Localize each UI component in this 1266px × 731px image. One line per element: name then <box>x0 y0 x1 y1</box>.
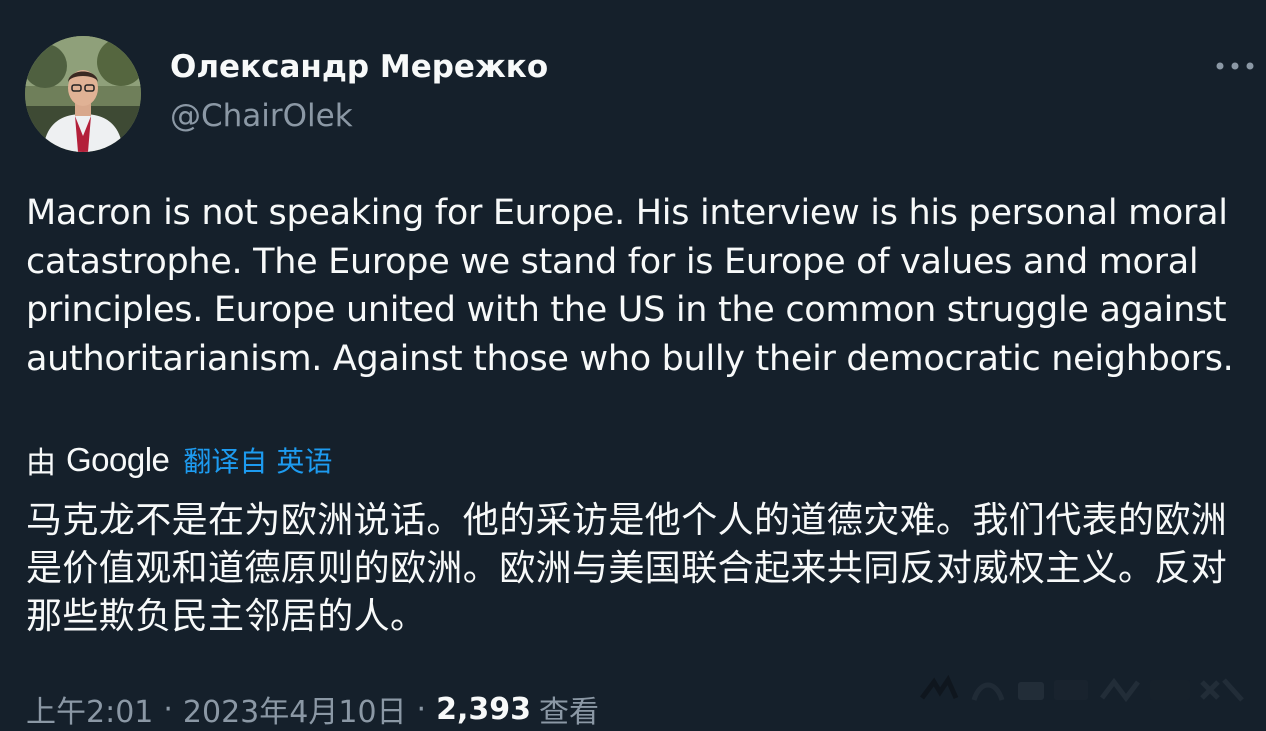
author-handle[interactable]: @ChairOlek <box>170 95 353 137</box>
watermark-image <box>920 674 1244 703</box>
translated-from-link[interactable]: 翻译自 英语 <box>183 440 332 480</box>
author-display-name[interactable]: Олександр Мережко <box>170 46 548 88</box>
tweet-metadata: 上午2:01 · 2023年4月10日 · 2,393 查看 <box>26 687 599 731</box>
google-logo: Google <box>66 441 170 478</box>
more-options-button[interactable] <box>1210 48 1260 84</box>
translated-text: 马克龙不是在为欧洲说话。他的采访是他个人的道德灾难。我们代表的欧洲是价值观和道德… <box>26 500 1228 637</box>
views-label: 查看 <box>538 695 599 730</box>
tweet-text: Macron is not speaking for Europe. His i… <box>26 193 1234 379</box>
view-count: 2,393 <box>436 691 531 727</box>
translation-attribution: 由 Google 翻译自 英语 <box>26 440 332 481</box>
meta-separator: · <box>416 691 427 727</box>
translation-prefix: 由 <box>26 446 56 481</box>
avatar[interactable] <box>25 36 141 152</box>
meta-separator: · <box>163 691 173 727</box>
avatar-photo <box>25 36 141 152</box>
tweet-date[interactable]: 2023年4月10日 <box>183 687 407 731</box>
more-horizontal-icon <box>1216 62 1254 70</box>
tweet-time[interactable]: 上午2:01 <box>26 687 153 731</box>
